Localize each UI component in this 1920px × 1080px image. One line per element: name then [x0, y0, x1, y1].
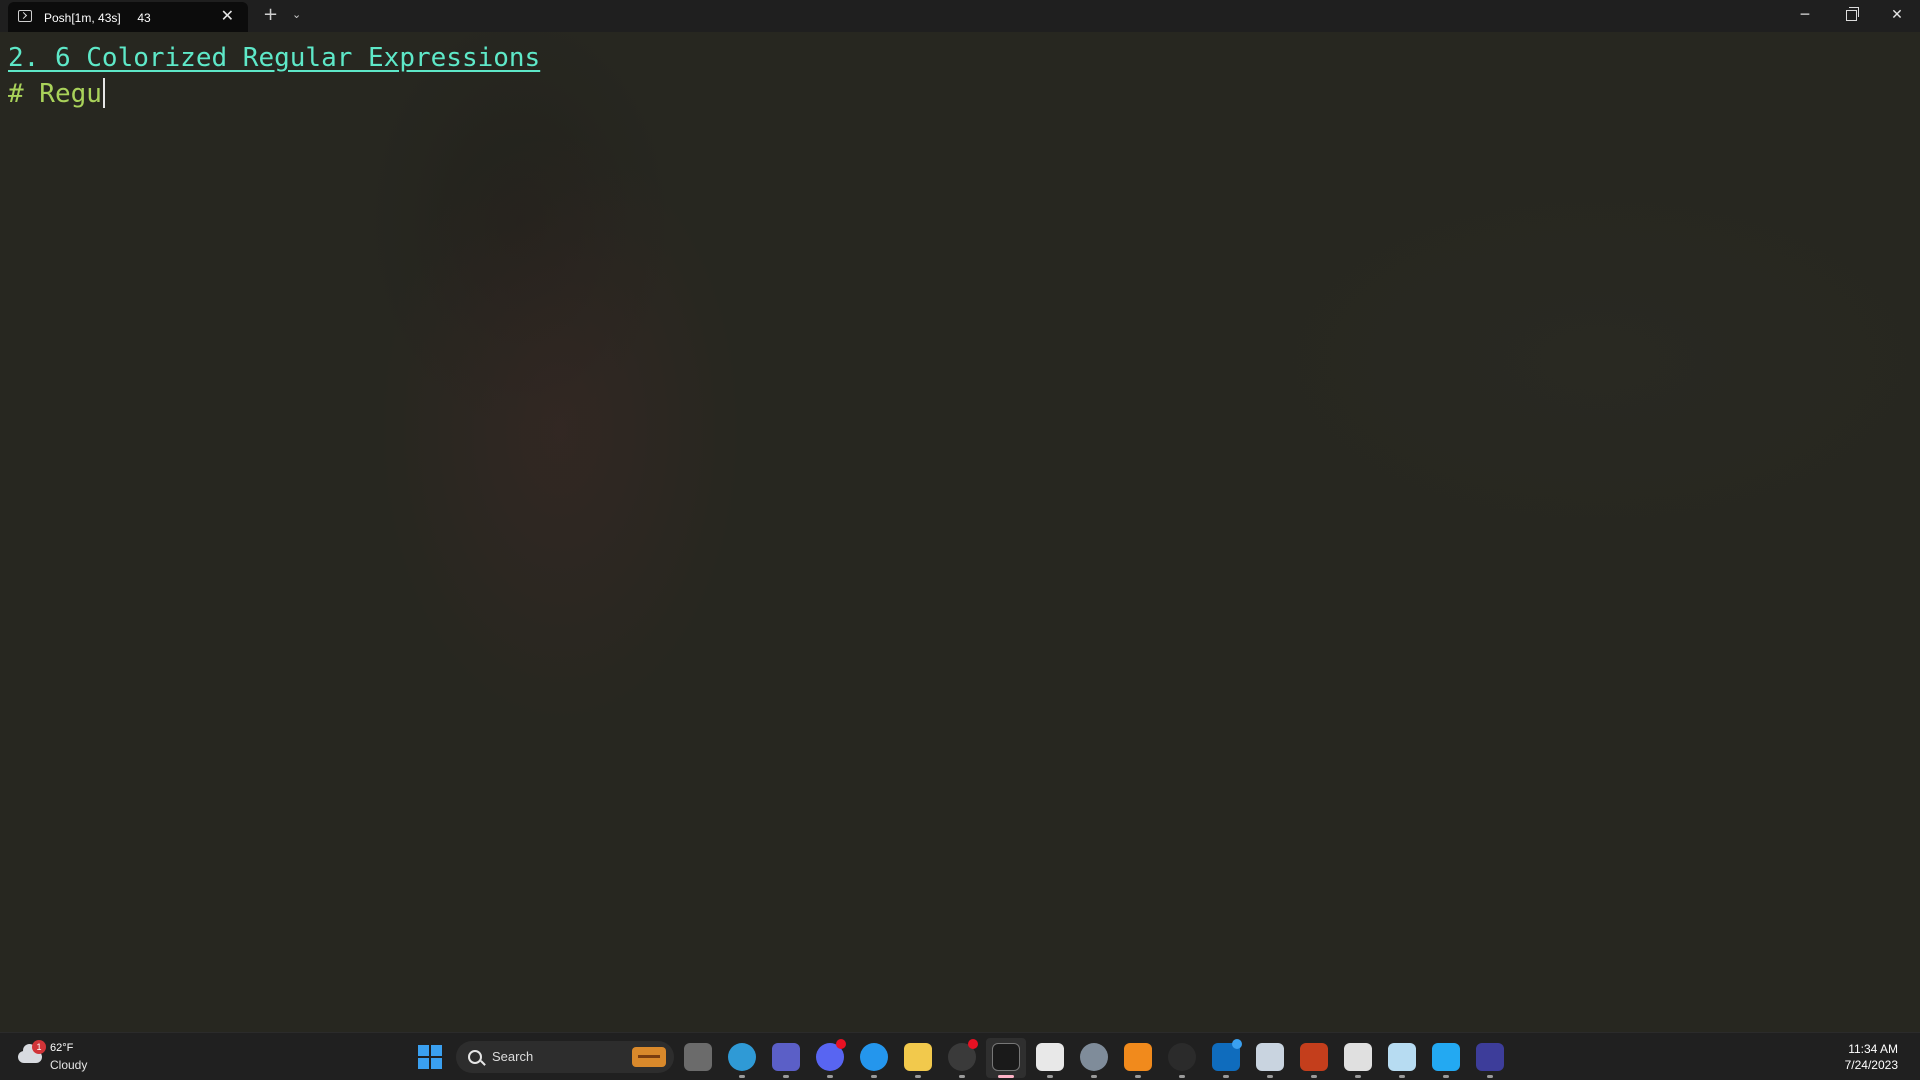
- terminal-window: Posh[1m, 43s] 43 ✕ + ⌄ ─ ✕ 2. 6 Colorize…: [0, 0, 1920, 1032]
- minimize-button[interactable]: ─: [1782, 0, 1828, 32]
- notification-badge: [1232, 1039, 1242, 1049]
- input-line[interactable]: # Regu: [8, 76, 540, 112]
- heading-line: 2. 6 Colorized Regular Expressions: [8, 43, 541, 73]
- taskbar: 1 62°F Cloudy Search 11:34 AM 7/24/2023: [0, 1032, 1920, 1080]
- edge-icon[interactable]: [728, 1043, 756, 1071]
- running-indicator: [1135, 1075, 1141, 1078]
- docker-icon[interactable]: [860, 1043, 888, 1071]
- settings-icon[interactable]: [1080, 1043, 1108, 1071]
- running-indicator: [915, 1075, 921, 1078]
- powershell-icon: [18, 10, 32, 22]
- running-indicator: [1223, 1075, 1229, 1078]
- running-indicator: [1487, 1075, 1493, 1078]
- search-label: Search: [492, 1049, 534, 1064]
- start-button[interactable]: [418, 1045, 442, 1069]
- powerpoint-icon[interactable]: [1300, 1043, 1328, 1071]
- windows-logo-tile: [418, 1058, 429, 1069]
- running-indicator: [1047, 1075, 1053, 1078]
- running-indicator: [998, 1075, 1014, 1078]
- running-indicator: [1443, 1075, 1449, 1078]
- running-indicator: [783, 1075, 789, 1078]
- close-window-button[interactable]: ✕: [1874, 0, 1920, 32]
- running-indicator: [959, 1075, 965, 1078]
- title-bar: Posh[1m, 43s] 43 ✕ + ⌄ ─ ✕: [0, 0, 1920, 32]
- vscode-icon[interactable]: [1432, 1043, 1460, 1071]
- tab-close-icon[interactable]: ✕: [221, 7, 234, 25]
- text-cursor: [102, 78, 105, 108]
- keyboard-icon[interactable]: [1476, 1043, 1504, 1071]
- calculator-icon[interactable]: [1344, 1043, 1372, 1071]
- running-indicator: [827, 1075, 833, 1078]
- comment-text: # Regu: [8, 79, 102, 109]
- tab-title: Posh[1m, 43s] 43: [44, 11, 151, 25]
- teams-icon[interactable]: [772, 1043, 800, 1071]
- weather-widget[interactable]: 1 62°F Cloudy: [18, 1040, 128, 1073]
- search-highlight-icon: [632, 1047, 666, 1067]
- system-clock[interactable]: 11:34 AM 7/24/2023: [1845, 1041, 1898, 1073]
- monitor-icon[interactable]: [1256, 1043, 1284, 1071]
- new-tab-button[interactable]: +: [263, 5, 278, 25]
- tab-powershell[interactable]: Posh[1m, 43s] 43 ✕: [8, 2, 248, 32]
- running-indicator: [871, 1075, 877, 1078]
- task-view-icon[interactable]: [684, 1043, 712, 1071]
- weather-temperature: 62°F: [50, 1042, 74, 1054]
- terminal-icon[interactable]: [992, 1043, 1020, 1071]
- file-explorer-icon[interactable]: [904, 1043, 932, 1071]
- store-icon[interactable]: [1036, 1043, 1064, 1071]
- restore-button[interactable]: [1828, 0, 1874, 32]
- running-indicator: [1399, 1075, 1405, 1078]
- restore-icon: [1845, 7, 1859, 21]
- running-indicator: [1311, 1075, 1317, 1078]
- photos-icon[interactable]: [1388, 1043, 1416, 1071]
- windows-logo-tile: [431, 1058, 442, 1069]
- terminal-output[interactable]: 2. 6 Colorized Regular Expressions # Reg…: [8, 40, 540, 112]
- running-indicator: [1355, 1075, 1361, 1078]
- running-indicator: [1267, 1075, 1273, 1078]
- chevron-down-icon[interactable]: ⌄: [292, 5, 301, 25]
- weather-badge: 1: [32, 1040, 46, 1054]
- taskbar-search[interactable]: Search: [456, 1041, 674, 1073]
- windows-logo-tile: [418, 1045, 429, 1056]
- notification-badge: [968, 1039, 978, 1049]
- running-indicator: [739, 1075, 745, 1078]
- notification-badge: [836, 1039, 846, 1049]
- running-indicator: [1179, 1075, 1185, 1078]
- clock-date: 7/24/2023: [1844, 1058, 1898, 1072]
- clock-time: 11:34 AM: [1848, 1042, 1898, 1056]
- search-icon: [468, 1050, 482, 1064]
- windows-logo-tile: [431, 1045, 442, 1056]
- running-indicator: [1091, 1075, 1097, 1078]
- weather-description: Cloudy: [50, 1058, 88, 1072]
- vlc-icon[interactable]: [1124, 1043, 1152, 1071]
- power-icon[interactable]: [1168, 1043, 1196, 1071]
